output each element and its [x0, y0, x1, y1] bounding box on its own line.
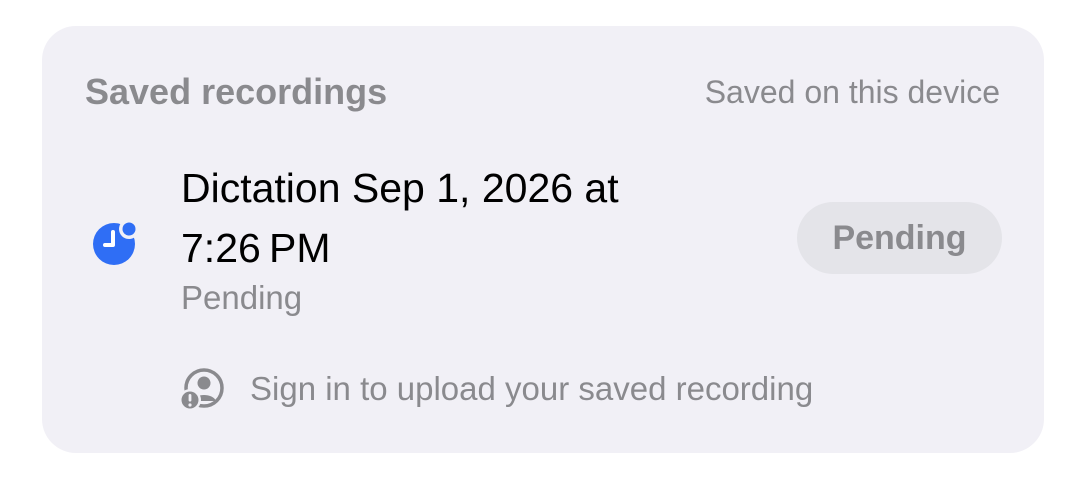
sign-in-label: Sign in to upload your saved recording [250, 370, 814, 407]
pending-button[interactable]: Pending [797, 202, 1002, 274]
recording-title: Dictation Sep 1, 2026 at 7:26 PM [181, 165, 619, 271]
saved-recordings-card: Saved recordings Saved on this device Di… [42, 26, 1044, 453]
recording-status: Pending [181, 279, 303, 316]
saved-on-device-label: Saved on this device [704, 74, 1000, 110]
person-warning-icon [179, 366, 225, 412]
section-title: Saved recordings [85, 71, 388, 112]
sign-in-to-upload-link[interactable]: Sign in to upload your saved recording [179, 366, 813, 412]
clock-pending-icon [92, 218, 140, 266]
